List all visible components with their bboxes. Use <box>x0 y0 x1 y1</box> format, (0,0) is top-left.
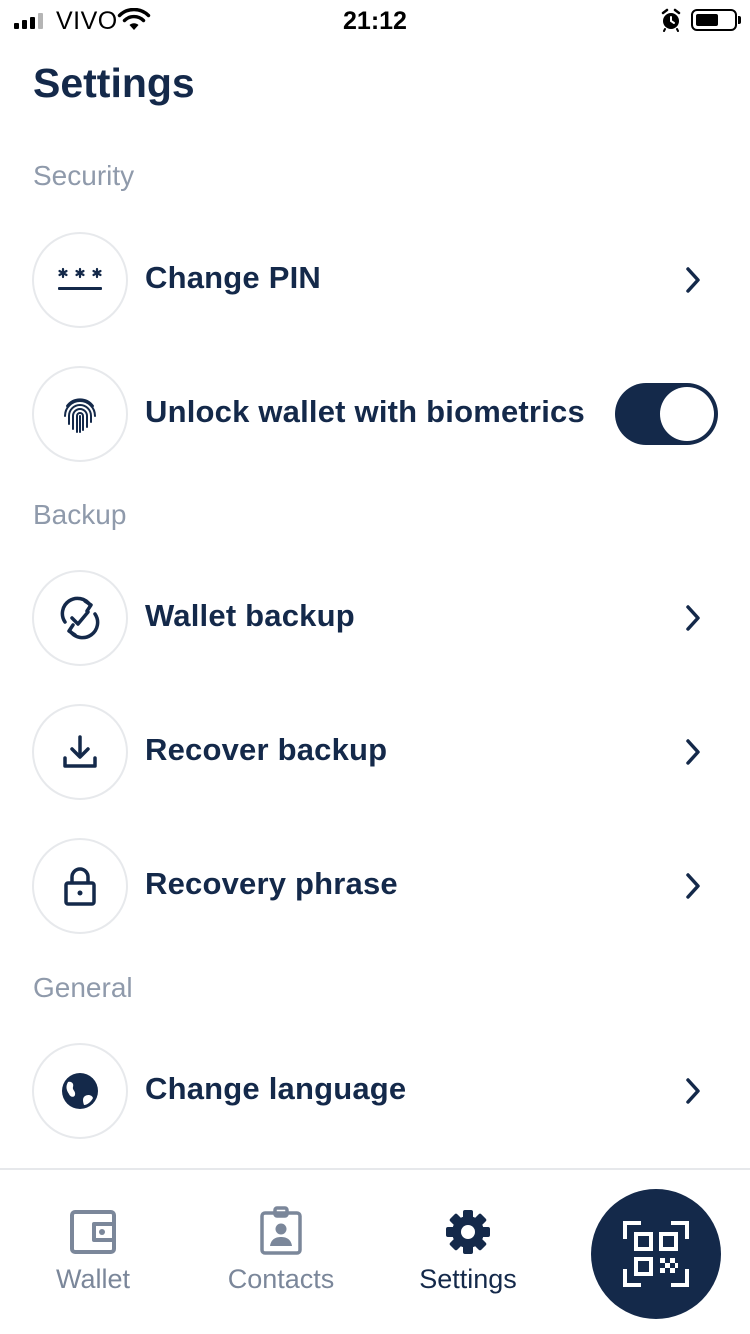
status-bar: VIVO 21:12 <box>0 0 750 40</box>
alarm-icon <box>661 8 681 32</box>
nav-tab-settings[interactable]: Settings <box>406 1208 530 1295</box>
settings-item-label: Recovery phrase <box>145 866 398 901</box>
chevron-right-icon <box>686 739 700 765</box>
toggle-knob <box>660 387 714 441</box>
settings-item-recovery-phrase[interactable]: Recovery phrase <box>0 838 750 938</box>
section-header-security: Security <box>33 160 135 191</box>
chevron-right-icon <box>686 873 700 899</box>
lock-icon <box>32 838 128 934</box>
download-icon <box>32 704 128 800</box>
status-time: 21:12 <box>343 7 407 35</box>
settings-item-label: Change language <box>145 1071 407 1106</box>
biometrics-toggle[interactable] <box>615 383 718 445</box>
settings-item-wallet-backup[interactable]: Wallet backup <box>0 570 750 670</box>
nav-label-contacts: Contacts <box>227 1264 335 1294</box>
nav-label-wallet: Wallet <box>55 1264 130 1294</box>
chevron-right-icon <box>686 605 700 631</box>
section-header-backup: Backup <box>33 499 127 530</box>
pin-dots-icon <box>32 232 128 328</box>
settings-item-recover-backup[interactable]: Recover backup <box>0 704 750 804</box>
settings-item-label: Unlock wallet with biometrics <box>145 394 585 429</box>
nav-label-settings: Settings <box>419 1264 517 1294</box>
nav-tab-contacts[interactable]: Contacts <box>211 1206 351 1295</box>
settings-item-change-language[interactable]: Change language <box>0 1043 750 1143</box>
nav-tab-wallet[interactable]: Wallet <box>43 1208 143 1295</box>
chevron-right-icon <box>686 267 700 293</box>
globe-icon <box>32 1043 128 1139</box>
gear-icon <box>446 1210 490 1254</box>
sync-check-icon <box>32 570 128 666</box>
settings-item-biometrics: Unlock wallet with biometrics <box>0 366 750 466</box>
settings-item-change-pin[interactable]: Change PIN <box>0 232 750 332</box>
wallet-icon <box>70 1210 116 1254</box>
qr-code-icon <box>623 1221 689 1287</box>
contact-badge-icon <box>260 1206 302 1255</box>
page-title: Settings <box>33 60 195 106</box>
settings-item-label: Recover backup <box>145 732 388 767</box>
chevron-right-icon <box>686 1078 700 1104</box>
section-header-general: General <box>33 972 133 1003</box>
fingerprint-icon <box>32 366 128 462</box>
settings-item-label: Change PIN <box>145 260 321 295</box>
settings-item-label: Wallet backup <box>145 598 355 633</box>
scan-qr-button[interactable] <box>591 1189 721 1319</box>
bottom-nav: Wallet Contacts Settings <box>0 1168 750 1334</box>
battery-icon <box>691 9 741 31</box>
